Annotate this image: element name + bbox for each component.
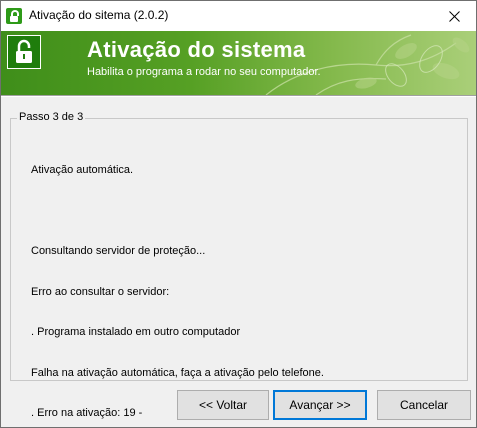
log-line: Erro ao consultar o servidor: [31, 285, 170, 298]
step-label: Passo 3 de 3 [17, 111, 86, 123]
cancel-button-label: Cancelar [399, 398, 449, 412]
log-line: Falha na ativação automática, faça a ati… [31, 366, 324, 379]
header-separator [1, 95, 476, 97]
next-button-label: Avançar >> [289, 398, 351, 412]
activation-window: Ativação do sitema (2.0.2) Ativação do s… [0, 0, 477, 428]
banner-subtitle: Habilita o programa a rodar no seu compu… [87, 66, 321, 78]
banner-title: Ativação do sistema [87, 37, 306, 62]
close-icon [448, 10, 460, 22]
log-line: . Programa instalado em outro computador [31, 326, 241, 338]
banner-lock-icon [7, 35, 41, 69]
back-button[interactable]: << Voltar [177, 390, 269, 420]
log-line: Consultando servidor de proteção... [31, 245, 206, 257]
app-lock-icon [6, 8, 22, 24]
next-button[interactable]: Avançar >> [273, 390, 367, 420]
activation-log: Ativação automática. Consultando servido… [31, 137, 324, 427]
header-banner: Ativação do sistema Habilita o programa … [1, 31, 476, 95]
title-bar[interactable]: Ativação do sitema (2.0.2) [1, 1, 476, 31]
window-title: Ativação do sitema (2.0.2) [29, 8, 169, 22]
cancel-button[interactable]: Cancelar [377, 390, 471, 420]
back-button-label: << Voltar [198, 398, 248, 412]
close-button[interactable] [432, 1, 476, 31]
log-line: Ativação automática. [31, 164, 134, 176]
